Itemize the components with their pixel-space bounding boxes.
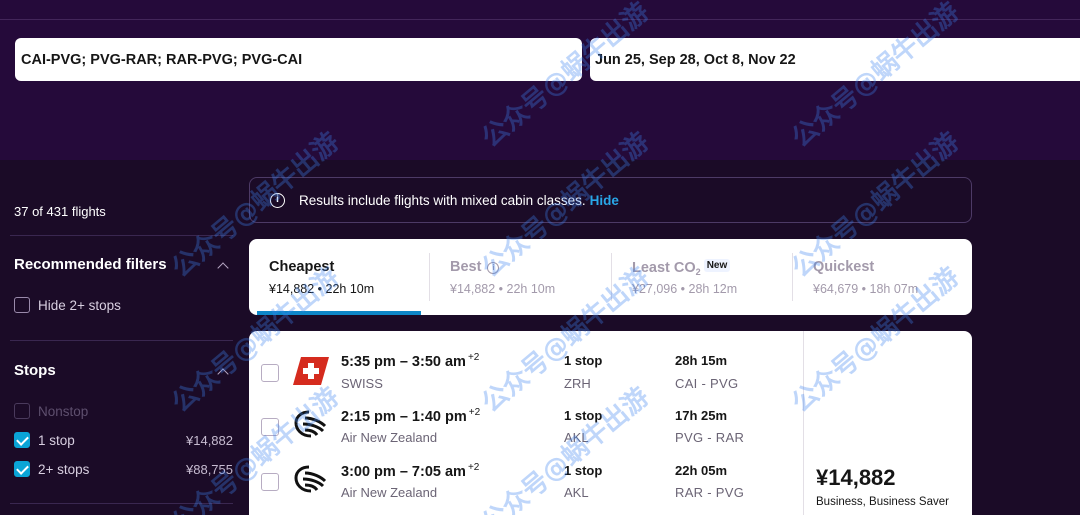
- search-header: CAI-PVG; PVG-RAR; RAR-PVG; PVG-CAI Jun 2…: [0, 0, 1080, 160]
- filter-label: 2+ stops: [38, 461, 90, 477]
- hide-link[interactable]: Hide: [590, 193, 619, 208]
- air-new-zealand-logo-icon: [294, 410, 327, 438]
- checkbox[interactable]: [14, 461, 30, 477]
- tab-title: Least CO2New: [632, 259, 731, 277]
- flight-count: 37 of 431 flights: [14, 204, 106, 219]
- leg-duration: 28h 15m: [675, 353, 728, 368]
- leg-airline: Air New Zealand: [341, 485, 438, 500]
- flight-leg: 5:35 pm – 3:50 am +2 SWISS 1 stop ZRH 28h…: [249, 345, 803, 400]
- tab-subtitle: ¥64,679 • 18h 07m: [813, 282, 919, 296]
- filter-1-stop[interactable]: 1 stop ¥14,882: [14, 430, 234, 450]
- tab-subtitle: ¥14,882 • 22h 10m: [269, 282, 375, 296]
- chevron-up-icon[interactable]: [217, 262, 229, 274]
- flight-leg: 3:00 pm – 7:05 am +2 Air New Zealand 1 st…: [249, 455, 803, 510]
- sidebar-divider: [10, 503, 233, 504]
- filter-hide-2plus-stops[interactable]: Hide 2+ stops: [14, 295, 234, 315]
- leg-checkbox[interactable]: [261, 364, 279, 382]
- filter-price: ¥88,755: [186, 461, 233, 477]
- sidebar-divider: [10, 340, 233, 341]
- tab-title: Best i: [450, 259, 500, 275]
- leg-duration: 22h 05m: [675, 463, 728, 478]
- tab-title: Quickest: [813, 259, 875, 275]
- filter-2plus-stops[interactable]: 2+ stops ¥88,755: [14, 459, 234, 479]
- air-new-zealand-logo-icon: [294, 465, 327, 493]
- flight-leg: 2:15 pm – 1:40 pm +2 Air New Zealand 1 st…: [249, 400, 803, 455]
- info-icon[interactable]: i: [487, 262, 500, 274]
- checkbox[interactable]: [14, 432, 30, 448]
- leg-via: AKL: [564, 485, 589, 500]
- leg-stops: 1 stop: [564, 353, 603, 368]
- stops-title[interactable]: Stops: [14, 362, 56, 379]
- leg-duration: 17h 25m: [675, 408, 728, 423]
- tab-cheapest[interactable]: Cheapest ¥14,882 • 22h 10m: [249, 239, 429, 315]
- info-icon: i: [270, 192, 285, 208]
- tab-least-co2[interactable]: Least CO2New ¥27,096 • 28h 12m: [612, 239, 792, 315]
- banner-text: Results include flights with mixed cabin…: [299, 192, 586, 208]
- sidebar-divider: [10, 235, 233, 236]
- tab-best[interactable]: Best i ¥14,882 • 22h 10m: [430, 239, 611, 315]
- leg-route: RAR - PVG: [675, 485, 745, 500]
- leg-route: CAI - PVG: [675, 376, 739, 391]
- leg-route: PVG - RAR: [675, 430, 745, 445]
- new-badge: New: [703, 259, 731, 272]
- leg-times: 2:15 pm – 1:40 pm +2: [341, 407, 481, 425]
- checkbox: [14, 403, 30, 419]
- filter-label: Hide 2+ stops: [38, 297, 121, 313]
- leg-stops: 1 stop: [564, 463, 603, 478]
- leg-airline: SWISS: [341, 376, 383, 391]
- sort-tabs: Cheapest ¥14,882 • 22h 10m Best i ¥14,88…: [249, 239, 972, 315]
- leg-checkbox[interactable]: [261, 473, 279, 491]
- swiss-logo-icon: [293, 357, 329, 385]
- header-divider: [0, 19, 1080, 20]
- leg-stops: 1 stop: [564, 408, 603, 423]
- cabin-class: Business, Business Saver: [816, 496, 949, 508]
- filter-nonstop: Nonstop: [14, 401, 234, 421]
- chevron-up-icon[interactable]: [217, 368, 229, 380]
- checkbox[interactable]: [14, 297, 30, 313]
- dates-input[interactable]: Jun 25, Sep 28, Oct 8, Nov 22: [590, 38, 1080, 81]
- route-input[interactable]: CAI-PVG; PVG-RAR; RAR-PVG; PVG-CAI: [15, 38, 582, 81]
- leg-checkbox[interactable]: [261, 418, 279, 436]
- filter-label: 1 stop: [38, 432, 75, 448]
- price: ¥14,882: [816, 465, 896, 490]
- leg-via: AKL: [564, 430, 589, 445]
- recommended-filters-title[interactable]: Recommended filters: [14, 256, 167, 273]
- filter-price: ¥14,882: [186, 432, 233, 448]
- filter-label: Nonstop: [38, 403, 89, 419]
- mixed-cabin-banner: i Results include flights with mixed cab…: [249, 177, 972, 223]
- flight-result-card[interactable]: 5:35 pm – 3:50 am +2 SWISS 1 stop ZRH 28h…: [249, 331, 972, 515]
- tab-subtitle: ¥27,096 • 28h 12m: [632, 282, 738, 296]
- leg-via: ZRH: [564, 376, 591, 391]
- leg-airline: Air New Zealand: [341, 430, 438, 445]
- filters-sidebar: 37 of 431 flights Recommended filters Hi…: [0, 160, 240, 515]
- tab-subtitle: ¥14,882 • 22h 10m: [450, 282, 556, 296]
- leg-times: 3:00 pm – 7:05 am +2: [341, 462, 480, 480]
- price-divider: [803, 331, 804, 515]
- leg-times: 5:35 pm – 3:50 am +2: [341, 352, 480, 370]
- tab-quickest[interactable]: Quickest ¥64,679 • 18h 07m: [793, 239, 972, 315]
- tab-title: Cheapest: [269, 259, 335, 275]
- active-tab-indicator: [257, 311, 421, 315]
